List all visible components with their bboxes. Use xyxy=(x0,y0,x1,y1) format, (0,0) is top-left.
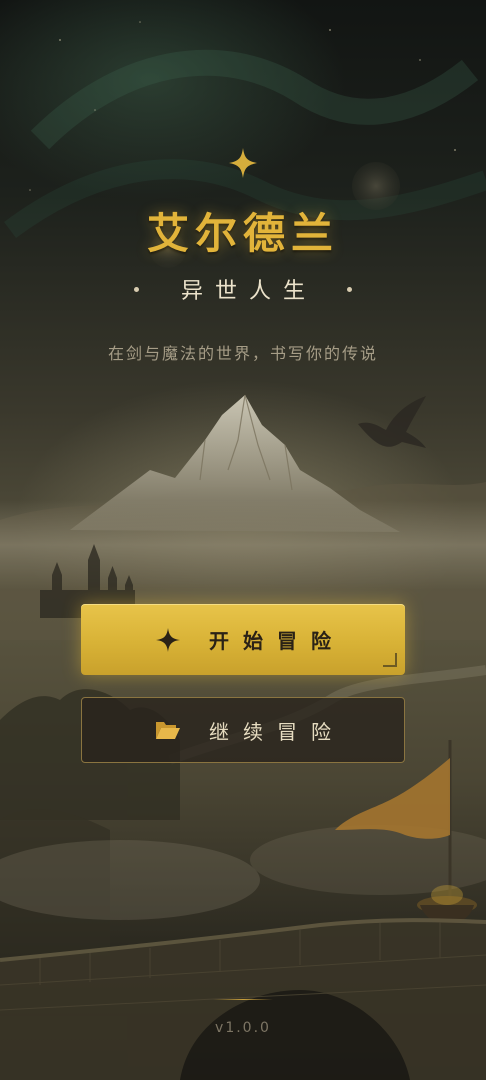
corner-bracket-icon xyxy=(383,653,397,667)
title-star-ornament-icon xyxy=(229,148,257,178)
game-title: 艾尔德兰 xyxy=(146,209,339,258)
bullet-dot-icon xyxy=(347,286,352,292)
fog-band xyxy=(0,500,486,590)
tagline: 在剑与魔法的世界，书写你的传说 xyxy=(107,344,378,363)
version-label: v1.0.0 xyxy=(215,1020,271,1036)
aurora-wisp xyxy=(30,49,479,150)
banner-flag xyxy=(335,758,450,839)
continue-adventure-button[interactable]: 继续冒险 xyxy=(81,697,405,763)
version-divider xyxy=(213,999,273,1000)
bullet-dot-icon xyxy=(133,286,139,292)
game-subtitle: 异世人生 xyxy=(180,279,317,304)
continue-adventure-label: 继续冒险 xyxy=(209,719,345,744)
title-screen: 艾尔德兰 异世人生 在剑与魔法的世界，书写你的传说 开始冒险 继续冒险 v1.0… xyxy=(0,0,486,1080)
subtitle-row: 异世人生 xyxy=(0,272,486,306)
dragon-silhouette xyxy=(358,396,426,448)
open-folder-icon xyxy=(155,717,181,743)
low-cloud xyxy=(0,840,260,920)
start-adventure-label: 开始冒险 xyxy=(209,629,345,653)
start-adventure-button[interactable]: 开始冒险 xyxy=(81,604,405,675)
four-point-star-icon xyxy=(155,627,181,653)
